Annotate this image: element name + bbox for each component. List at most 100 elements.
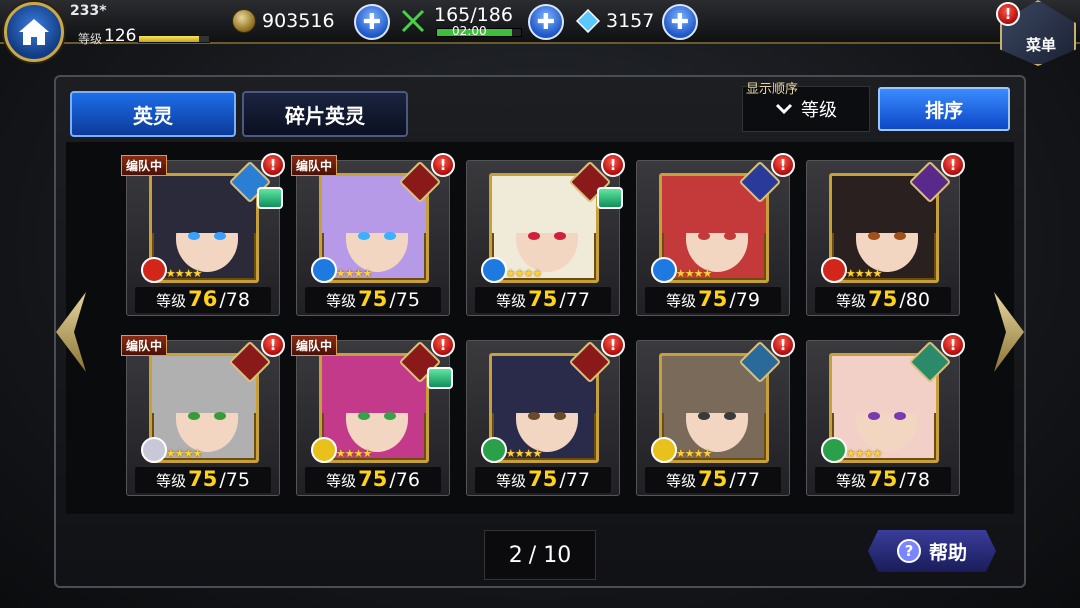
- hero-card[interactable]: ★★★★★ 编队中 ! 等级 75 /75: [121, 333, 285, 496]
- sort-button[interactable]: 排序: [878, 87, 1010, 131]
- hero-level-current: 75: [698, 467, 728, 491]
- in-party-tag: 编队中: [121, 335, 168, 356]
- hero-level-current: 75: [868, 467, 898, 491]
- hero-level-label: 等级: [836, 292, 867, 310]
- alert-icon: !: [431, 333, 455, 357]
- crystal-value: 3157: [606, 10, 655, 32]
- plus-icon: ✚: [670, 9, 690, 35]
- alert-mark: !: [269, 335, 277, 354]
- in-party-tag: 编队中: [121, 155, 168, 176]
- hero-eye: [358, 412, 370, 420]
- hero-eye: [724, 232, 736, 240]
- xp-progress-fill: [139, 36, 199, 42]
- alert-icon: !: [601, 153, 625, 177]
- hero-level: 等级 75 /77: [645, 467, 781, 493]
- hero-eye: [894, 232, 906, 240]
- hero-card[interactable]: ★★★★★ ! 等级 75 /79: [636, 153, 795, 316]
- fire-element-icon: [821, 257, 847, 283]
- hero-level-label: 等级: [666, 472, 697, 490]
- hero-card[interactable]: ★★★★★ 编队中 ! 等级 75 /75: [291, 153, 455, 316]
- hero-eye: [698, 232, 710, 240]
- tab-heroes[interactable]: 英灵: [70, 91, 236, 137]
- alert-icon: !: [771, 333, 795, 357]
- hero-eye: [554, 232, 566, 240]
- hero-level: 等级 75 /80: [815, 287, 951, 313]
- book-icon: [257, 187, 283, 209]
- hero-eye: [188, 412, 200, 420]
- hero-level-current: 75: [698, 287, 728, 311]
- hero-card[interactable]: ★★★★★ 编队中 ! 等级 75 /76: [291, 333, 455, 496]
- tab-hero-fragments[interactable]: 碎片英灵: [242, 91, 408, 137]
- hero-level-max: /77: [559, 469, 590, 491]
- hero-eye: [528, 412, 540, 420]
- hero-level-max: /75: [389, 289, 420, 311]
- hero-card[interactable]: ★★★★★ ! 等级 75 /80: [806, 153, 965, 316]
- hero-level-max: /78: [219, 289, 250, 311]
- help-button[interactable]: ? 帮助: [868, 530, 996, 572]
- hero-eye: [384, 412, 396, 420]
- hero-eye: [214, 232, 226, 240]
- alert-icon: !: [601, 333, 625, 357]
- hero-level-label: 等级: [156, 472, 187, 490]
- hero-level: 等级 75 /77: [475, 287, 611, 313]
- thunder-element-icon: [651, 437, 677, 463]
- hero-eye: [214, 412, 226, 420]
- hero-level-max: /76: [389, 469, 420, 491]
- stamina-value: 165/186: [434, 4, 513, 26]
- fire-element-icon: [141, 257, 167, 283]
- alert-mark: !: [1004, 4, 1012, 23]
- page-current: 2: [508, 542, 523, 568]
- hero-level-current: 76: [188, 287, 218, 311]
- alert-icon: !: [941, 333, 965, 357]
- player-id-text: 233*: [70, 3, 107, 19]
- hero-level-label: 等级: [496, 472, 527, 490]
- hero-level-current: 75: [528, 287, 558, 311]
- alert-mark: !: [949, 335, 957, 354]
- water-element-icon: [651, 257, 677, 283]
- question-icon: ?: [896, 539, 921, 563]
- water-element-icon: [311, 257, 337, 283]
- hero-card[interactable]: ★★★★★ 编队中 ! 等级 76 /78: [121, 153, 285, 316]
- alert-mark: !: [609, 335, 617, 354]
- hero-level-current: 75: [528, 467, 558, 491]
- add-crystal-button[interactable]: ✚: [662, 4, 698, 40]
- plus-icon: ✚: [362, 9, 382, 35]
- hero-card[interactable]: ★★★★★ ! 等级 75 /77: [636, 333, 795, 496]
- alert-mark: !: [439, 155, 447, 174]
- hero-level-max: /75: [219, 469, 250, 491]
- crossed-swords-icon: [401, 9, 425, 33]
- alert-icon: !: [771, 153, 795, 177]
- hero-card[interactable]: ★★★★★ ! 等级 75 /77: [466, 153, 625, 316]
- wind-element-icon: [821, 437, 847, 463]
- crystal-icon: [576, 9, 600, 33]
- gold-value: 903516: [262, 10, 335, 32]
- hero-level-label: 等级: [666, 292, 697, 310]
- hero-eye: [724, 412, 736, 420]
- hero-card[interactable]: ★★★★★ ! 等级 75 /77: [466, 333, 625, 496]
- home-button[interactable]: [4, 2, 64, 62]
- add-stamina-button[interactable]: ✚: [528, 4, 564, 40]
- light-element-icon: [141, 437, 167, 463]
- hero-level-label: 等级: [836, 472, 867, 490]
- hero-level-current: 75: [358, 467, 388, 491]
- hero-level-current: 75: [188, 467, 218, 491]
- alert-mark: !: [269, 155, 277, 174]
- home-icon: [19, 19, 49, 45]
- gold-counter: 903516: [232, 4, 335, 38]
- hero-level-max: /80: [899, 289, 930, 311]
- water-element-icon: [481, 257, 507, 283]
- plus-icon: ✚: [536, 9, 556, 35]
- hero-eye: [894, 412, 906, 420]
- hero-eye: [188, 232, 200, 240]
- menu-alert-icon: !: [996, 2, 1020, 26]
- hero-eye: [384, 232, 396, 240]
- player-level-value: 126: [104, 26, 137, 46]
- alert-icon: !: [941, 153, 965, 177]
- hero-eye: [358, 232, 370, 240]
- hero-card[interactable]: ★★★★★ ! 等级 75 /78: [806, 333, 965, 496]
- add-gold-button[interactable]: ✚: [354, 4, 390, 40]
- hero-level-max: /79: [729, 289, 760, 311]
- page-total: / 10: [528, 542, 572, 568]
- menu-label: 菜单: [1026, 36, 1057, 54]
- sort-order-caption: 显示顺序: [746, 82, 799, 97]
